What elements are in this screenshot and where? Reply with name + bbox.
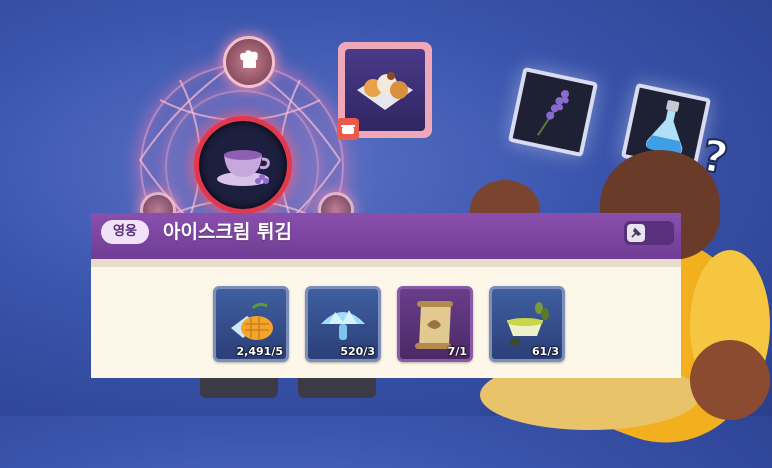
fried-ice-cream-icon (353, 62, 417, 118)
recipe-panel-header: 영웅 아이스크림 튀김 (91, 213, 681, 259)
ingredient-quantity: 2,491/5 (236, 345, 283, 358)
hint-item-lavender[interactable] (507, 66, 599, 158)
ingredient-quantity: 7/1 (447, 345, 467, 358)
ingredient-slot[interactable]: 61/3 (489, 286, 565, 362)
ingredient-slot[interactable]: 7/1 (397, 286, 473, 362)
lavender-icon (527, 80, 579, 147)
bottom-tab[interactable] (200, 378, 278, 398)
bottom-tab[interactable] (298, 378, 376, 398)
main-recipe-node[interactable] (194, 116, 292, 214)
ingredient-slot[interactable]: 520/3 (305, 286, 381, 362)
cooking-pot-icon (337, 118, 359, 140)
lavender-tea-cup-icon (208, 133, 278, 197)
grade-badge: 영웅 (101, 220, 149, 244)
pin-toggle[interactable] (624, 221, 674, 245)
ingredient-quantity: 61/3 (532, 345, 559, 358)
recipe-title: 아이스크림 튀김 (163, 221, 292, 243)
chef-hat-icon (236, 48, 262, 76)
recipe-panel: 영웅 아이스크림 튀김 (91, 213, 681, 378)
ingredients-area (91, 267, 681, 378)
ingredient-slot[interactable]: 2,491/5 (213, 286, 289, 362)
ingredient-quantity: 520/3 (340, 345, 375, 358)
pin-icon (627, 224, 645, 242)
panel-divider (91, 259, 681, 267)
chef-node[interactable] (223, 36, 275, 88)
